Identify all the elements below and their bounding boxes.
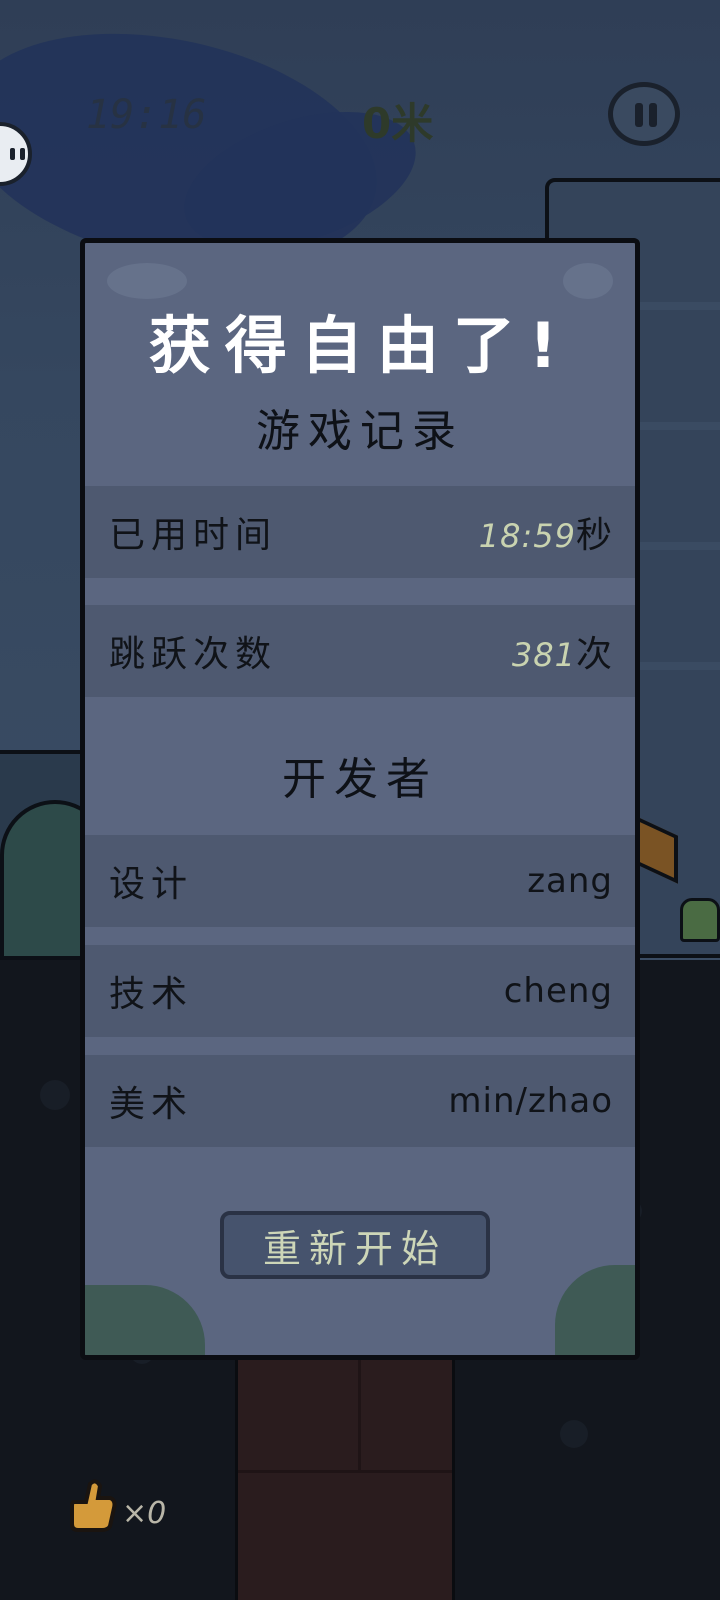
developer-name: zang bbox=[527, 861, 613, 901]
developer-name: min/zhao bbox=[448, 1081, 613, 1121]
pause-button[interactable] bbox=[608, 82, 680, 146]
record-value: 18:59秒 bbox=[478, 515, 613, 556]
developer-role: 设计 bbox=[109, 864, 194, 905]
record-value: 381次 bbox=[511, 634, 613, 675]
record-label: 已用时间 bbox=[109, 515, 278, 556]
restart-button[interactable]: 重新开始 bbox=[220, 1211, 490, 1279]
developer-row-design: 设计 zang bbox=[85, 835, 635, 927]
grass-decoration bbox=[555, 1265, 635, 1355]
developer-role: 技术 bbox=[109, 974, 194, 1015]
record-label: 跳跃次数 bbox=[109, 634, 278, 675]
hud-timer: 19:16 bbox=[86, 92, 207, 138]
record-heading: 游戏记录 bbox=[256, 406, 464, 457]
pause-icon bbox=[635, 103, 643, 127]
frog-character bbox=[680, 898, 720, 942]
developer-role: 美术 bbox=[109, 1084, 194, 1125]
tree-trunk bbox=[235, 1340, 455, 1600]
developer-row-art: 美术 min/zhao bbox=[85, 1055, 635, 1147]
thumb-count: ×0 bbox=[122, 1496, 167, 1531]
thumb-up-icon bbox=[70, 1479, 117, 1532]
grass-decoration bbox=[85, 1285, 205, 1355]
developer-name: cheng bbox=[503, 971, 613, 1011]
record-row-jumps: 跳跃次数 381次 bbox=[85, 605, 635, 697]
developer-row-tech: 技术 cheng bbox=[85, 945, 635, 1037]
hud-distance: 0米 bbox=[362, 99, 434, 148]
developer-heading: 开发者 bbox=[282, 754, 438, 805]
record-row-time: 已用时间 18:59秒 bbox=[85, 486, 635, 578]
dialog-title: 获得自由了! bbox=[148, 309, 572, 382]
result-dialog: 获得自由了! 游戏记录 已用时间 18:59秒 跳跃次数 381次 开发者 设计… bbox=[80, 238, 640, 1360]
